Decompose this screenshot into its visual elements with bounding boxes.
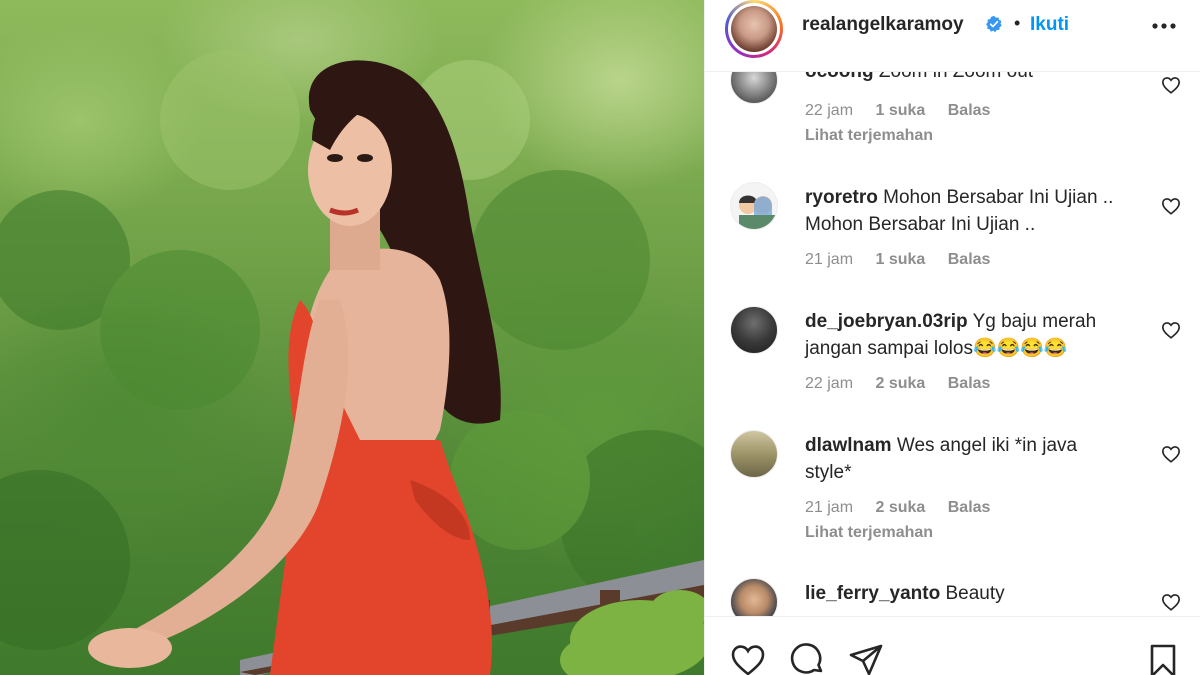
comment-username[interactable]: lie_ferry_yanto — [805, 583, 940, 604]
post-header: realangelkaramoy • Ikuti — [705, 0, 1200, 72]
follow-button[interactable]: Ikuti — [1030, 14, 1069, 36]
author-avatar[interactable] — [725, 0, 783, 58]
comment-reply-button[interactable]: Balas — [948, 499, 991, 516]
comment-meta: 21 jam 1 suka Balas — [805, 251, 1008, 269]
comment-likes[interactable]: 2 suka — [875, 375, 925, 392]
more-options-icon[interactable] — [1148, 14, 1182, 38]
commenter-avatar[interactable] — [730, 182, 778, 230]
see-translation-link[interactable]: Lihat terjemahan — [805, 127, 933, 145]
couple-cartoon-icon — [739, 195, 775, 229]
commenter-avatar[interactable] — [730, 430, 778, 478]
heart-icon[interactable] — [730, 643, 766, 675]
comment-likes[interactable]: 1 suka — [875, 102, 925, 119]
comment-like-heart-icon[interactable] — [1161, 76, 1181, 94]
author-username[interactable]: realangelkaramoy — [802, 14, 964, 36]
author-avatar-image — [731, 6, 777, 52]
comment-text: Zoom in Zoom out — [879, 72, 1033, 82]
bookmark-icon[interactable] — [1145, 643, 1181, 675]
comment-body: dlawlnam Wes angel iki *in java style* — [805, 432, 1125, 486]
comment-likes[interactable]: 2 suka — [875, 499, 925, 516]
see-translation-link[interactable]: Lihat terjemahan — [805, 524, 933, 542]
comment-icon[interactable] — [790, 643, 826, 675]
comment-username[interactable]: ocoong — [805, 72, 874, 82]
comment-username[interactable]: de_joebryan.03rip — [805, 311, 968, 332]
header-separator: • — [1014, 13, 1021, 33]
comment-meta: 22 jam 2 suka Balas — [805, 375, 1008, 393]
comment-body: de_joebryan.03rip Yg baju merah jangan s… — [805, 308, 1125, 362]
comment-likes[interactable]: 1 suka — [875, 251, 925, 268]
comment-body: ryoretro Mohon Bersabar Ini Ujian .. Moh… — [805, 184, 1125, 238]
comment-username[interactable]: dlawlnam — [805, 435, 892, 456]
comment-reply-button[interactable]: Balas — [948, 375, 991, 392]
comment-like-heart-icon[interactable] — [1161, 445, 1181, 463]
comment-like-heart-icon[interactable] — [1161, 321, 1181, 339]
comment-time: 22 jam — [805, 102, 854, 119]
post-sidebar: ocoong Zoom in Zoom out 22 jam 1 suka Ba… — [704, 0, 1200, 675]
post-photo[interactable] — [0, 0, 704, 675]
share-icon[interactable] — [848, 643, 884, 675]
comment-reply-button[interactable]: Balas — [948, 251, 991, 268]
commenter-avatar[interactable] — [730, 72, 778, 104]
comment-time: 21 jam — [805, 251, 854, 268]
comment-time: 22 jam — [805, 375, 854, 392]
commenter-avatar[interactable] — [730, 578, 778, 616]
comment-like-heart-icon[interactable] — [1161, 593, 1181, 611]
post-action-bar — [705, 616, 1200, 675]
comments-list[interactable]: ocoong Zoom in Zoom out 22 jam 1 suka Ba… — [705, 72, 1200, 616]
photo-illustration — [0, 50, 704, 675]
commenter-avatar[interactable] — [730, 306, 778, 354]
comment-like-heart-icon[interactable] — [1161, 197, 1181, 215]
comment-body: ocoong Zoom in Zoom out — [805, 72, 1125, 85]
comment-body: lie_ferry_yanto Beauty — [805, 580, 1125, 607]
comment-time: 21 jam — [805, 499, 854, 516]
comment-meta: 22 jam 1 suka Balas — [805, 102, 1008, 120]
verified-badge-icon — [986, 15, 1002, 33]
comment-text: Beauty — [945, 583, 1005, 604]
comment-reply-button[interactable]: Balas — [948, 102, 991, 119]
comment-meta: 21 jam 2 suka Balas — [805, 499, 1008, 517]
comment-username[interactable]: ryoretro — [805, 187, 878, 208]
